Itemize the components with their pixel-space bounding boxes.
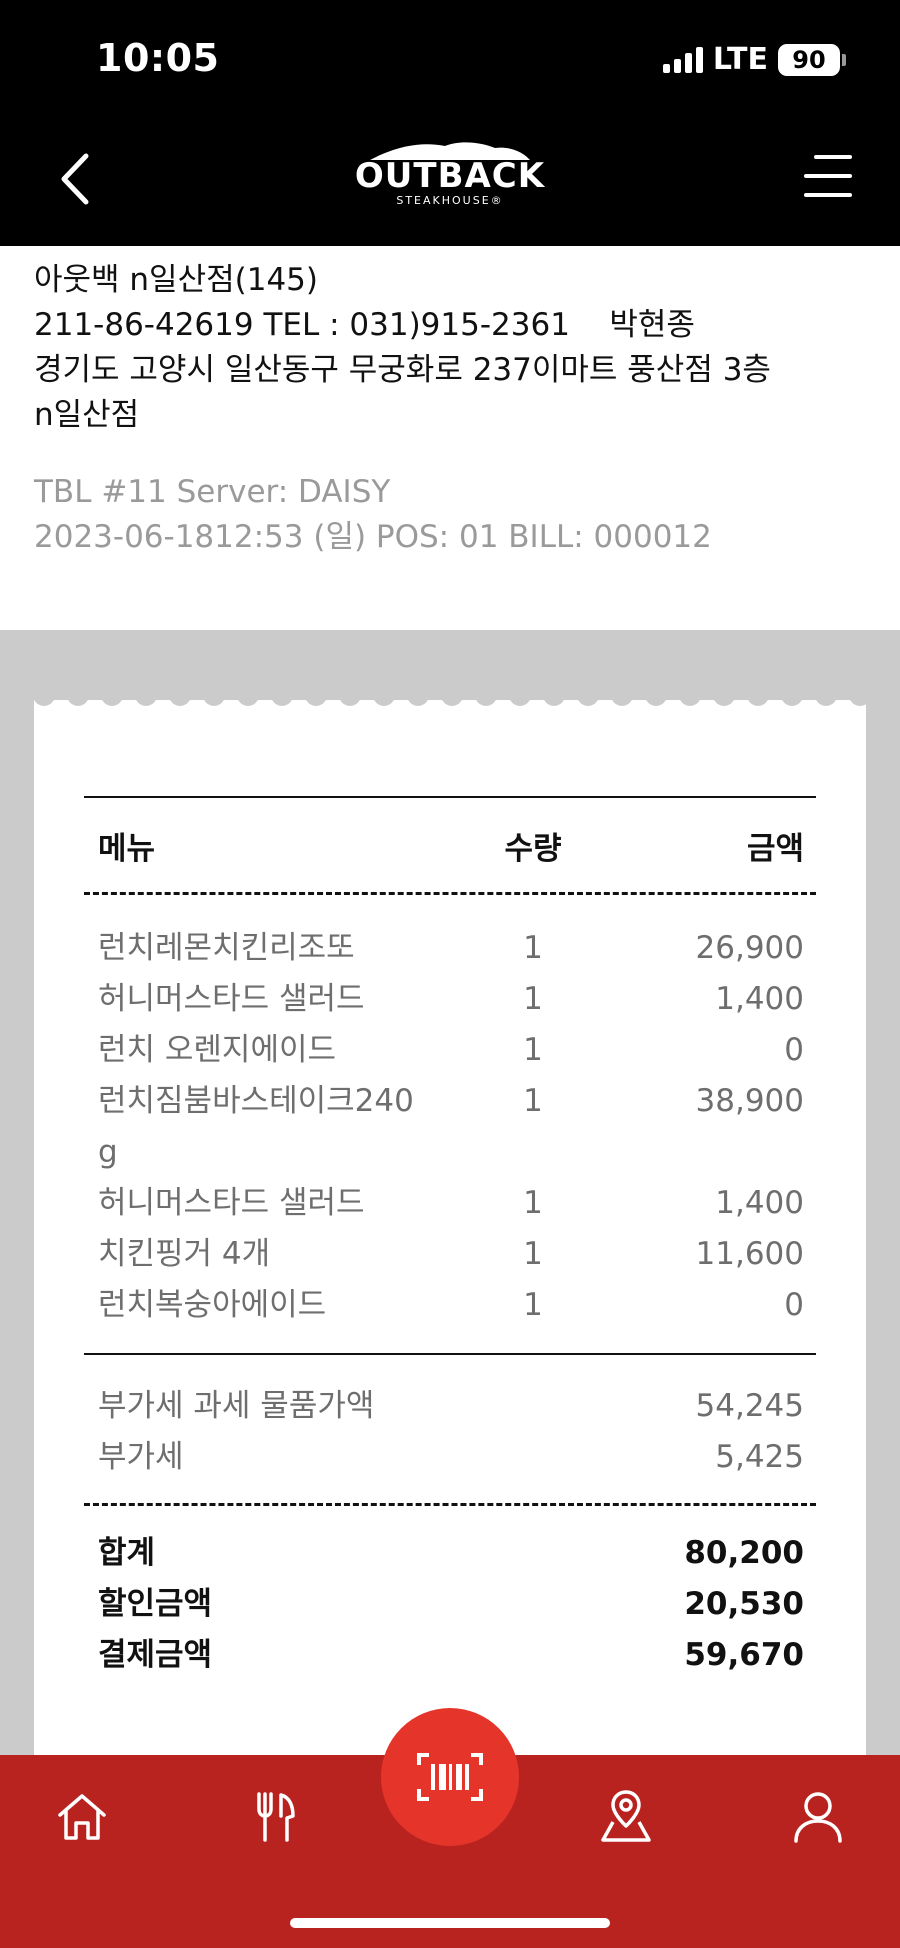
tax-label: 부가세 (98, 1439, 184, 1475)
status-indicators: LTE 90 (662, 42, 846, 77)
scan-button[interactable] (381, 1708, 519, 1846)
discount-row: 할인금액 20,530 (84, 1579, 816, 1630)
home-indicator[interactable] (290, 1918, 610, 1928)
discount-label: 할인금액 (98, 1586, 213, 1622)
list-item: 허니머스타드 샐러드 1 1,400 (84, 974, 816, 1025)
totals-summary: 합계 80,200 할인금액 20,530 결제금액 59,670 (84, 1506, 816, 1681)
store-address-2: n일산점 (34, 397, 140, 433)
item-name: 런치 오렌지에이드 (98, 1032, 337, 1068)
menu-button[interactable] (802, 155, 852, 197)
receipt-table: 메뉴 수량 금액 런치레몬치킨리조또 1 26,900 허니머스타드 샐러드 1… (84, 796, 816, 1681)
tax-value: 5,425 (715, 1439, 804, 1475)
item-name: 치킨핑거 4개 (98, 1236, 271, 1272)
list-item: 런치짐붐바스테이크240 1 38,900 (84, 1076, 816, 1127)
status-time: 10:05 (96, 36, 220, 80)
list-item: 허니머스타드 샐러드 1 1,400 (84, 1178, 816, 1229)
table-server: TBL #11 Server: DAISY (34, 474, 391, 510)
item-name: 런치복숭아에이드 (98, 1287, 327, 1323)
list-item: 런치레몬치킨리조또 1 26,900 (84, 923, 816, 974)
item-qty: 1 (523, 1083, 543, 1119)
top-bar: 10:05 LTE 90 OUTBACK STEAKHOUSE® (0, 0, 900, 246)
tab-my-page[interactable] (786, 1785, 850, 1849)
logo-subtext: STEAKHOUSE® (396, 194, 504, 207)
item-qty: 1 (523, 981, 543, 1017)
header-amount: 금액 (746, 830, 804, 867)
battery-level: 90 (792, 45, 826, 74)
item-qty: 1 (523, 1287, 543, 1323)
list-item: 런치복숭아에이드 1 0 (84, 1280, 816, 1331)
discount-value: 20,530 (684, 1586, 804, 1622)
item-amount: 1,400 (715, 1185, 804, 1221)
network-label: LTE (712, 42, 768, 77)
header-menu: 메뉴 (98, 830, 156, 867)
tab-menu[interactable] (244, 1785, 308, 1849)
store-info: 아웃백 n일산점(145) 211-86-42619 TEL : 031)915… (34, 258, 874, 438)
tax-summary: 부가세 과세 물품가액 54,245 부가세 5,425 (84, 1355, 816, 1503)
hamburger-menu-icon (814, 155, 852, 159)
item-qty: 1 (523, 1032, 543, 1068)
table-header: 메뉴 수량 금액 (84, 798, 816, 892)
logo-text: OUTBACK (354, 156, 546, 196)
store-name: 아웃백 n일산점(145) (34, 262, 318, 298)
tax-row: 부가세 5,425 (84, 1432, 816, 1483)
payment-label: 결제금액 (98, 1637, 213, 1673)
list-item: 런치 오렌지에이드 1 0 (84, 1025, 816, 1076)
list-item: 치킨핑거 4개 1 11,600 (84, 1229, 816, 1280)
battery-icon: 90 (778, 43, 846, 76)
items-list: 런치레몬치킨리조또 1 26,900 허니머스타드 샐러드 1 1,400 런치… (84, 895, 816, 1353)
user-icon (794, 1792, 842, 1843)
barcode-scan-icon (417, 1753, 483, 1801)
total-label: 합계 (98, 1535, 156, 1571)
list-item: g (84, 1127, 816, 1178)
signal-icon (662, 46, 703, 73)
item-amount: 1,400 (715, 981, 804, 1017)
item-name: 런치짐붐바스테이크240 (98, 1083, 414, 1119)
tax-label: 부가세 과세 물품가액 (98, 1388, 375, 1424)
outback-logo[interactable]: OUTBACK STEAKHOUSE® (350, 140, 550, 218)
item-name: 허니머스타드 샐러드 (98, 981, 365, 1017)
total-row: 합계 80,200 (84, 1528, 816, 1579)
order-datetime: 2023-06-1812:53 (일) POS: 01 BILL: 000012 (34, 519, 712, 555)
back-button[interactable] (52, 150, 98, 208)
order-meta: TBL #11 Server: DAISY 2023-06-1812:53 (일… (34, 470, 712, 560)
tab-store-location[interactable] (594, 1785, 658, 1849)
item-qty: 1 (523, 930, 543, 966)
item-qty: 1 (523, 1185, 543, 1221)
tax-value: 54,245 (695, 1388, 804, 1424)
home-icon (58, 1794, 106, 1840)
total-value: 80,200 (684, 1535, 804, 1571)
chevron-left-icon (61, 153, 89, 205)
item-name: 허니머스타드 샐러드 (98, 1185, 365, 1221)
store-registration: 211-86-42619 TEL : 031)915-2361 박현종 (34, 307, 695, 343)
tax-row: 부가세 과세 물품가액 54,245 (84, 1381, 816, 1432)
item-amount: 11,600 (695, 1236, 804, 1272)
item-amount: 0 (784, 1287, 804, 1323)
location-pin-icon (601, 1790, 651, 1842)
tab-home[interactable] (50, 1785, 114, 1849)
utensils-icon (257, 1792, 295, 1842)
receipt-scallop-edge (34, 690, 866, 714)
item-amount: 38,900 (695, 1083, 804, 1119)
payment-value: 59,670 (684, 1637, 804, 1673)
item-qty: 1 (523, 1236, 543, 1272)
item-amount: 0 (784, 1032, 804, 1068)
item-name: 런치레몬치킨리조또 (98, 930, 355, 966)
header-qty: 수량 (504, 830, 562, 867)
item-amount: 26,900 (695, 930, 804, 966)
payment-row: 결제금액 59,670 (84, 1630, 816, 1681)
store-address: 경기도 고양시 일산동구 무궁화로 237이마트 풍산점 3층 (34, 352, 771, 388)
item-name: g (98, 1134, 118, 1170)
